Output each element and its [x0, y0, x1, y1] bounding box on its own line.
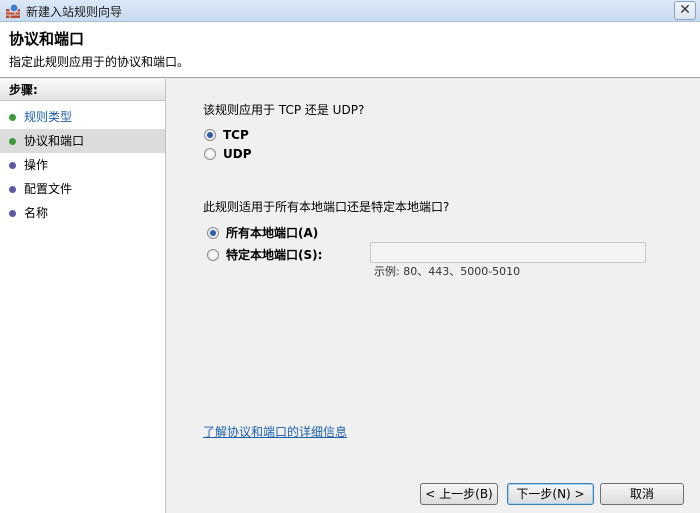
specific-ports-radio[interactable]	[207, 248, 219, 261]
ports-question: 此规则适用于所有本地端口还是特定本地端口?	[203, 200, 450, 214]
firewall-app-icon	[6, 3, 20, 18]
window-title: 新建入站规则向导	[26, 5, 123, 19]
udp-radio[interactable]	[204, 148, 216, 160]
step-label: 协议和端口	[24, 134, 85, 148]
step-action: 操作	[0, 153, 165, 177]
close-button[interactable]: ✕	[674, 1, 696, 20]
all-ports-radio[interactable]	[207, 226, 219, 239]
page-header: 协议和端口 指定此规则应用于的协议和端口。	[0, 22, 700, 78]
steps-panel: 步骤: 规则类型 协议和端口 操作 配置文件 名称	[0, 79, 166, 513]
step-todo-bullet-icon	[9, 186, 16, 193]
tcp-radio[interactable]	[204, 129, 216, 141]
page-subtitle: 指定此规则应用于的协议和端口。	[9, 55, 190, 69]
step-done-bullet-icon	[9, 114, 16, 121]
step-rule-type[interactable]: 规则类型	[0, 105, 165, 129]
protocol-question: 该规则应用于 TCP 还是 UDP?	[203, 103, 365, 117]
step-name: 名称	[0, 201, 165, 225]
step-protocol-and-ports[interactable]: 协议和端口	[0, 129, 165, 153]
all-ports-label: 所有本地端口(A)	[226, 226, 319, 240]
specific-ports-input[interactable]	[370, 242, 646, 263]
cancel-button[interactable]: 取消	[600, 483, 684, 505]
main-content: 该规则应用于 TCP 还是 UDP? TCP UDP 此规则适用于所有本地端口还…	[167, 79, 700, 513]
steps-title: 步骤:	[0, 79, 165, 101]
ports-example-text: 示例: 80、443、5000-5010	[374, 265, 521, 278]
step-todo-bullet-icon	[9, 162, 16, 169]
step-todo-bullet-icon	[9, 210, 16, 217]
step-label: 名称	[24, 206, 49, 220]
step-label: 规则类型	[24, 110, 73, 124]
step-profile: 配置文件	[0, 177, 165, 201]
step-label: 配置文件	[24, 182, 73, 196]
all-ports-radio-option[interactable]: 所有本地端口(A)	[207, 224, 318, 241]
next-button[interactable]: 下一步(N) >	[507, 483, 594, 505]
learn-more-link[interactable]: 了解协议和端口的详细信息	[203, 423, 347, 440]
tcp-radio-option[interactable]: TCP	[204, 128, 249, 142]
udp-label: UDP	[223, 147, 252, 161]
back-button[interactable]: < 上一步(B)	[420, 483, 498, 505]
page-title: 协议和端口	[9, 30, 85, 48]
title-bar: 新建入站规则向导 ✕	[0, 0, 700, 22]
tcp-label: TCP	[223, 128, 249, 142]
specific-ports-radio-option[interactable]: 特定本地端口(S):	[207, 246, 322, 263]
udp-radio-option[interactable]: UDP	[204, 147, 252, 161]
step-label: 操作	[24, 158, 49, 172]
specific-ports-label: 特定本地端口(S):	[226, 248, 323, 262]
close-icon: ✕	[679, 2, 691, 18]
step-current-bullet-icon	[9, 138, 16, 145]
